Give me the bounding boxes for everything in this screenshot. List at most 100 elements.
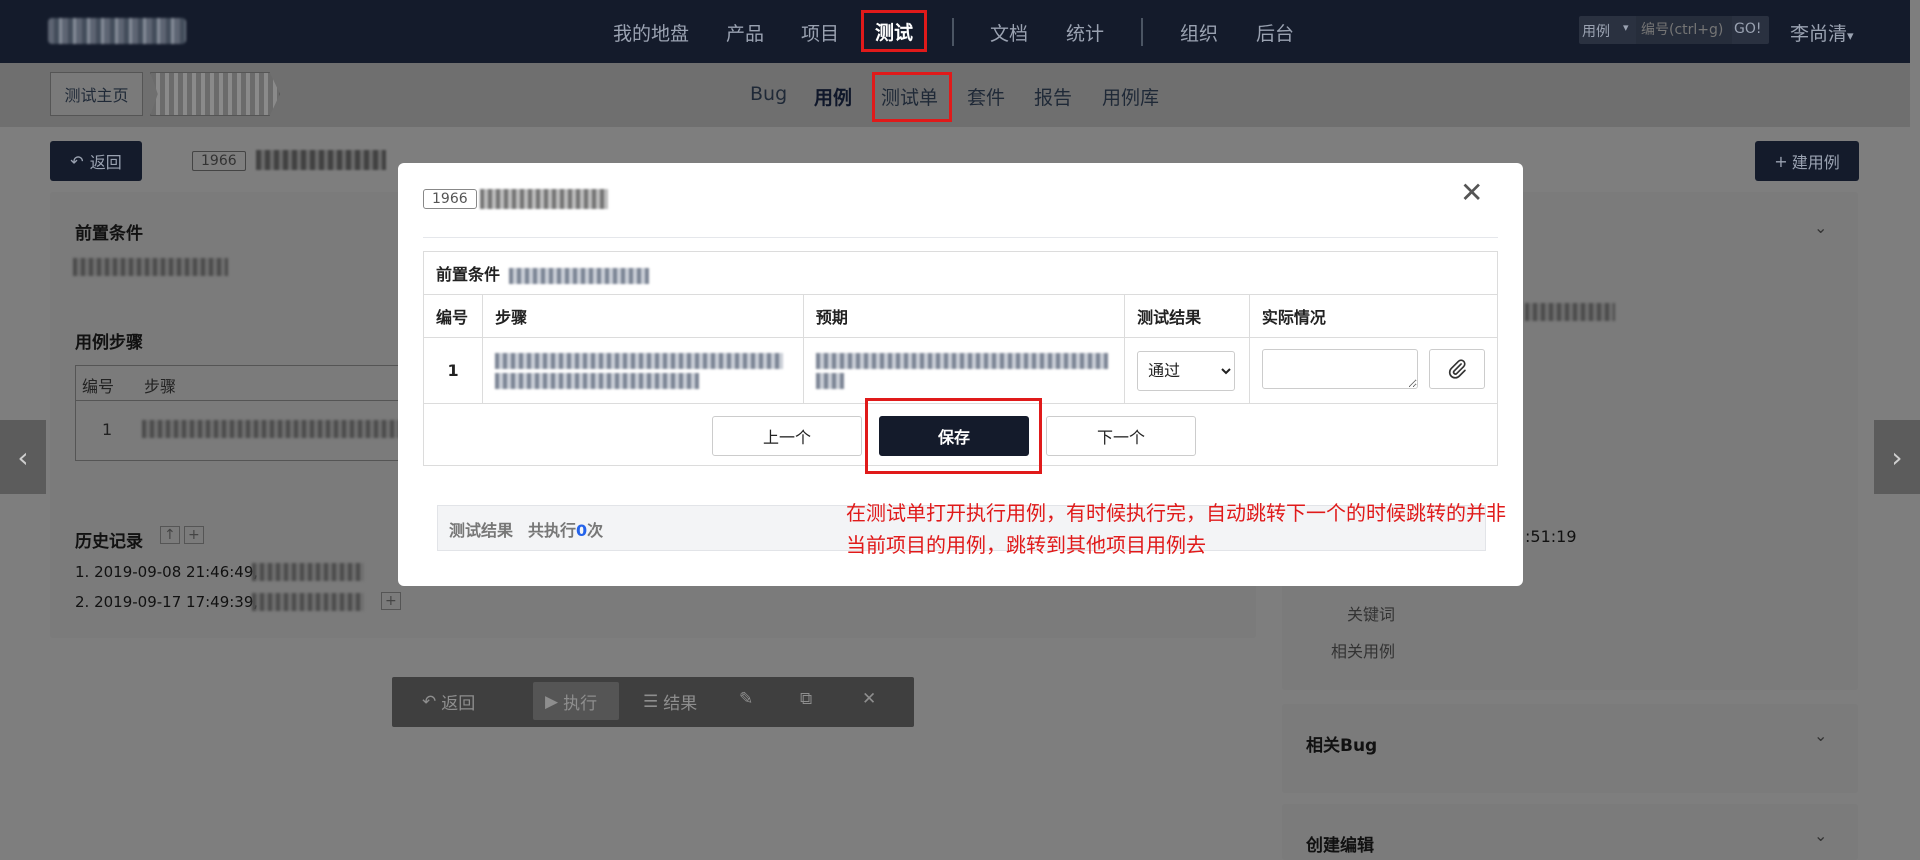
expected-text-blurred (815, 372, 844, 389)
breadcrumb-project[interactable] (150, 72, 280, 116)
nav-project[interactable]: 项目 (801, 19, 839, 46)
edit-icon: ✎ (739, 689, 754, 709)
info-value-blurred (1525, 303, 1615, 321)
step-text-blurred (495, 372, 700, 389)
precondition-label: 前置条件 (436, 265, 501, 284)
steps-col-number: 编号 (82, 377, 115, 396)
plus-icon: + (1774, 151, 1788, 171)
info-time-fragment: :51:19 (1525, 527, 1577, 546)
next-button[interactable]: 下一个 (1046, 416, 1196, 456)
history-entry: 2. 2019-09-17 17:49:39, (75, 593, 259, 611)
close-icon[interactable]: ✕ (1460, 176, 1483, 209)
chevron-left-icon: ‹ (17, 440, 29, 474)
precondition-text-blurred (509, 267, 650, 284)
related-bug-heading: 相关Bug (1306, 736, 1378, 756)
back-label: 返回 (89, 153, 122, 172)
caret-down-icon: ▾ (1847, 29, 1854, 44)
nav-separator (952, 18, 954, 46)
arrow-up-icon[interactable]: ↑ (160, 526, 180, 544)
company-logo[interactable] (48, 18, 186, 44)
list-icon: ☰ (643, 691, 659, 712)
history-actor-blurred (252, 593, 364, 611)
user-menu[interactable]: 李尚清▾ (1790, 19, 1854, 46)
nav-admin[interactable]: 后台 (1256, 19, 1294, 46)
toolbar-results-label: 结果 (663, 694, 698, 714)
steps-heading: 用例步骤 (75, 333, 143, 353)
case-id-badge: 1966 (192, 151, 246, 171)
caret-down-icon[interactable]: ▾ (1623, 21, 1629, 34)
step-text-blurred (495, 352, 784, 369)
subnav-suite[interactable]: 套件 (967, 83, 1005, 110)
col-expected: 预期 (802, 294, 1126, 338)
prev-button[interactable]: 上一个 (712, 416, 862, 456)
attach-file-button[interactable] (1428, 348, 1485, 389)
toolbar-copy-button[interactable]: ⧉ (800, 689, 812, 709)
plus-icon[interactable]: + (381, 592, 401, 610)
sub-navbar (0, 63, 1910, 127)
modal-case-title-blurred (480, 189, 608, 209)
row-result-cell: 通过 (1124, 337, 1250, 404)
col-number: 编号 (422, 294, 484, 338)
nav-statistics[interactable]: 统计 (1066, 19, 1104, 46)
row-actual-cell (1248, 337, 1499, 404)
result-select[interactable]: 通过 (1137, 350, 1236, 391)
run-count-suffix: 次 (587, 521, 604, 540)
table-header-row: 编号 步骤 预期 测试结果 实际情况 (422, 294, 1499, 338)
bug-annotation-text: 在测试单打开执行用例，有时候执行完，自动跳转下一个的时候跳转的并非当前项目的用例… (846, 501, 1506, 557)
steps-col-step: 步骤 (144, 377, 177, 396)
nav-separator (1141, 18, 1143, 46)
toolbar-edit-button[interactable]: ✎ (739, 689, 753, 709)
nav-product[interactable]: 产品 (726, 19, 764, 46)
chevron-down-icon[interactable]: ⌄ (1814, 218, 1827, 237)
row-expected-cell (802, 337, 1126, 404)
col-result: 测试结果 (1124, 294, 1250, 338)
subnav-report[interactable]: 报告 (1034, 83, 1072, 110)
close-icon: ✕ (862, 689, 877, 709)
modal-divider (423, 237, 1498, 238)
info-label-keywords: 关键词 (1347, 605, 1396, 624)
actual-result-textarea[interactable] (1261, 348, 1418, 389)
breadcrumb-test-home[interactable]: 测试主页 (50, 72, 143, 116)
toolbar-execute-label: 执行 (563, 694, 598, 714)
nav-my-workspace[interactable]: 我的地盘 (613, 19, 689, 46)
nav-test-highlighted[interactable]: 测试 (861, 10, 927, 52)
play-icon: ▶ (545, 691, 559, 712)
nav-organization[interactable]: 组织 (1180, 19, 1218, 46)
plus-icon[interactable]: + (184, 526, 204, 544)
prev-case-arrow[interactable]: ‹ (0, 420, 46, 494)
undo-icon: ↶ (70, 151, 84, 171)
toolbar-back-button[interactable]: ↶ 返回 (422, 689, 476, 715)
chevron-down-icon[interactable]: ⌄ (1814, 726, 1827, 745)
toolbar-delete-button[interactable]: ✕ (862, 689, 876, 709)
toolbar-results-button[interactable]: ☰ 结果 (643, 689, 698, 715)
result-run-count: 共执行0次 (528, 517, 603, 541)
search-input[interactable] (1636, 16, 1732, 44)
history-entry: 1. 2019-09-08 21:46:49, (75, 563, 259, 581)
back-button[interactable]: ↶ 返回 (50, 141, 142, 181)
next-case-arrow[interactable]: › (1874, 420, 1920, 494)
result-summary-label: 测试结果 (449, 521, 514, 540)
nav-docs[interactable]: 文档 (990, 19, 1028, 46)
create-edit-heading: 创建编辑 (1306, 836, 1374, 856)
precondition-row: 前置条件 (423, 251, 1498, 295)
history-heading: 历史记录 (75, 532, 143, 552)
search-type-dropdown[interactable]: 用例 (1582, 21, 1610, 41)
new-case-label: 建用例 (1791, 153, 1840, 172)
subnav-cases[interactable]: 用例 (814, 83, 852, 110)
search-go-button[interactable]: GO! (1734, 21, 1761, 37)
toolbar-back-label: 返回 (441, 694, 476, 714)
subnav-case-library[interactable]: 用例库 (1102, 83, 1159, 110)
user-name: 李尚清 (1790, 23, 1848, 45)
col-actual: 实际情况 (1248, 294, 1499, 338)
chevron-down-icon[interactable]: ⌄ (1814, 826, 1827, 845)
toolbar-execute-button[interactable]: ▶ 执行 (545, 689, 598, 715)
col-step: 步骤 (482, 294, 804, 338)
testtask-highlight-box (872, 72, 952, 122)
save-highlight-box (865, 398, 1042, 474)
info-label-related-cases: 相关用例 (1331, 642, 1396, 661)
copy-icon: ⧉ (800, 689, 813, 709)
paperclip-icon (1448, 358, 1466, 379)
case-title-blurred (256, 150, 386, 170)
new-case-button[interactable]: + 建用例 (1755, 141, 1859, 181)
subnav-bug[interactable]: Bug (750, 83, 787, 105)
